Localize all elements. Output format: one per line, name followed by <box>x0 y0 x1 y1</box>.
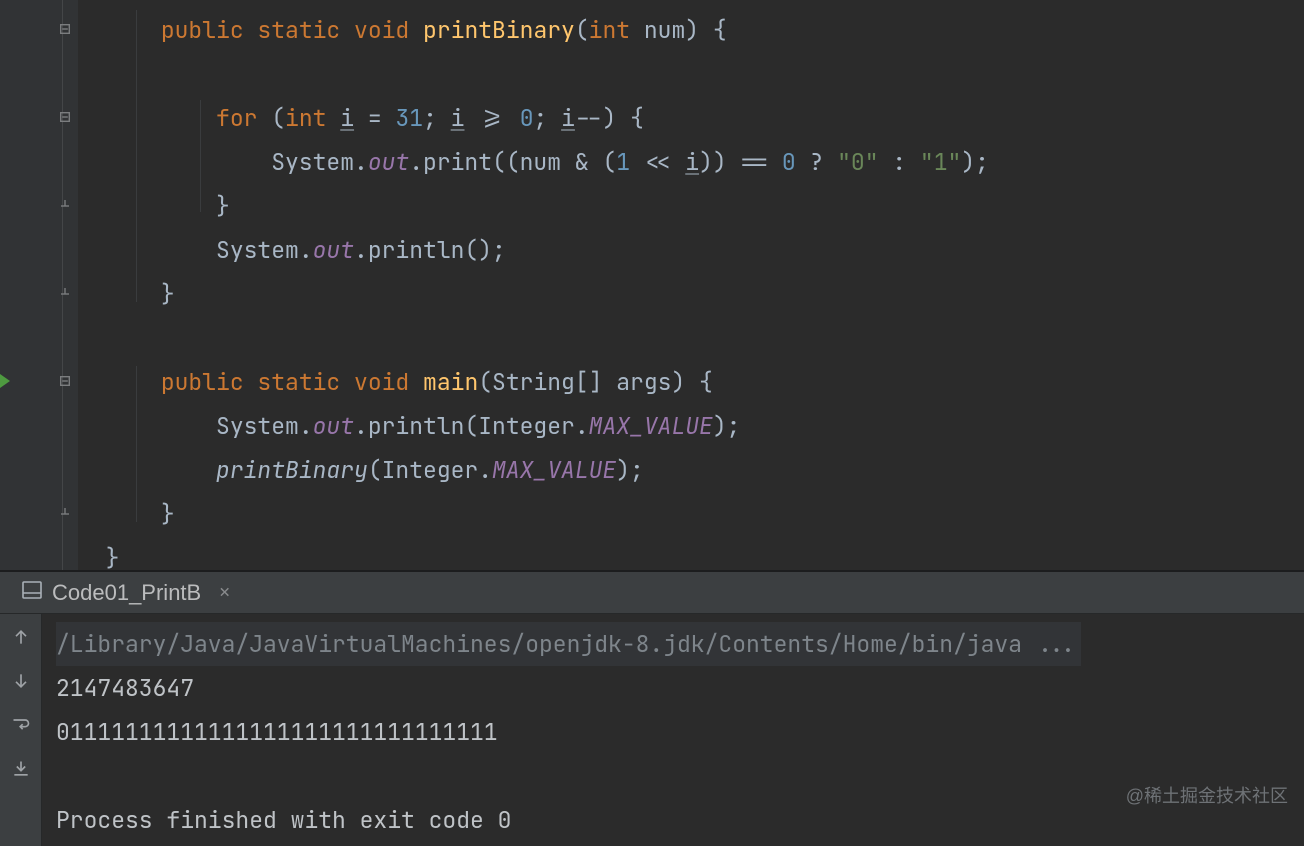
code-line[interactable]: printBinary(Integer.MAX_VALUE); <box>78 448 644 492</box>
run-tab-label[interactable]: Code01_PrintB <box>52 580 201 606</box>
close-icon[interactable]: ✕ <box>219 581 230 604</box>
code-line[interactable]: System.out.println(Integer.MAX_VALUE); <box>78 404 740 448</box>
export-icon[interactable] <box>10 758 32 780</box>
console-output[interactable]: /Library/Java/JavaVirtualMachines/openjd… <box>42 614 1304 846</box>
watermark-text: @稀土掘金技术社区 <box>1126 782 1288 808</box>
scroll-down-icon[interactable] <box>10 670 32 692</box>
fold-open-icon[interactable] <box>58 110 72 124</box>
editor-gutter <box>0 0 78 570</box>
gutter-separator <box>62 0 63 570</box>
app-root: public static void printBinary(int num) … <box>0 0 1304 846</box>
run-toolbar <box>0 614 42 846</box>
fold-close-icon[interactable] <box>58 506 72 520</box>
fold-open-icon[interactable] <box>58 374 72 388</box>
fold-close-icon[interactable] <box>58 198 72 212</box>
code-content[interactable]: public static void printBinary(int num) … <box>78 0 1304 570</box>
code-editor[interactable]: public static void printBinary(int num) … <box>0 0 1304 570</box>
layout-icon[interactable] <box>22 581 42 604</box>
run-gutter-icon[interactable] <box>0 374 10 388</box>
console-line <box>56 754 1290 798</box>
console-line: 01111111111111111111111111111111 <box>56 710 1290 754</box>
code-line[interactable]: public static void main(String[] args) { <box>78 360 713 404</box>
console-line: Process finished with exit code 0 <box>56 798 1290 842</box>
code-line[interactable] <box>78 52 106 96</box>
code-line[interactable] <box>78 316 106 360</box>
fold-open-icon[interactable] <box>58 22 72 36</box>
scroll-up-icon[interactable] <box>10 626 32 648</box>
run-body: /Library/Java/JavaVirtualMachines/openjd… <box>0 614 1304 846</box>
code-line[interactable]: } <box>78 536 119 580</box>
console-command: /Library/Java/JavaVirtualMachines/openjd… <box>56 622 1081 666</box>
code-line[interactable]: for (int i = 31; i >= 0; i--) { <box>78 96 644 140</box>
code-line[interactable]: } <box>78 184 230 228</box>
code-line[interactable]: } <box>78 492 175 536</box>
console-line: 2147483647 <box>56 666 1290 710</box>
code-line[interactable]: } <box>78 272 175 316</box>
fold-close-icon[interactable] <box>58 286 72 300</box>
soft-wrap-icon[interactable] <box>10 714 32 736</box>
code-line[interactable]: public static void printBinary(int num) … <box>78 8 727 52</box>
run-panel: Code01_PrintB ✕ /Library/Java/JavaVirtua… <box>0 572 1304 846</box>
code-line[interactable]: System.out.print((num & (1 << i)) == 0 ?… <box>78 140 989 184</box>
code-line[interactable]: System.out.println(); <box>78 228 506 272</box>
run-tab-bar: Code01_PrintB ✕ <box>0 572 1304 614</box>
